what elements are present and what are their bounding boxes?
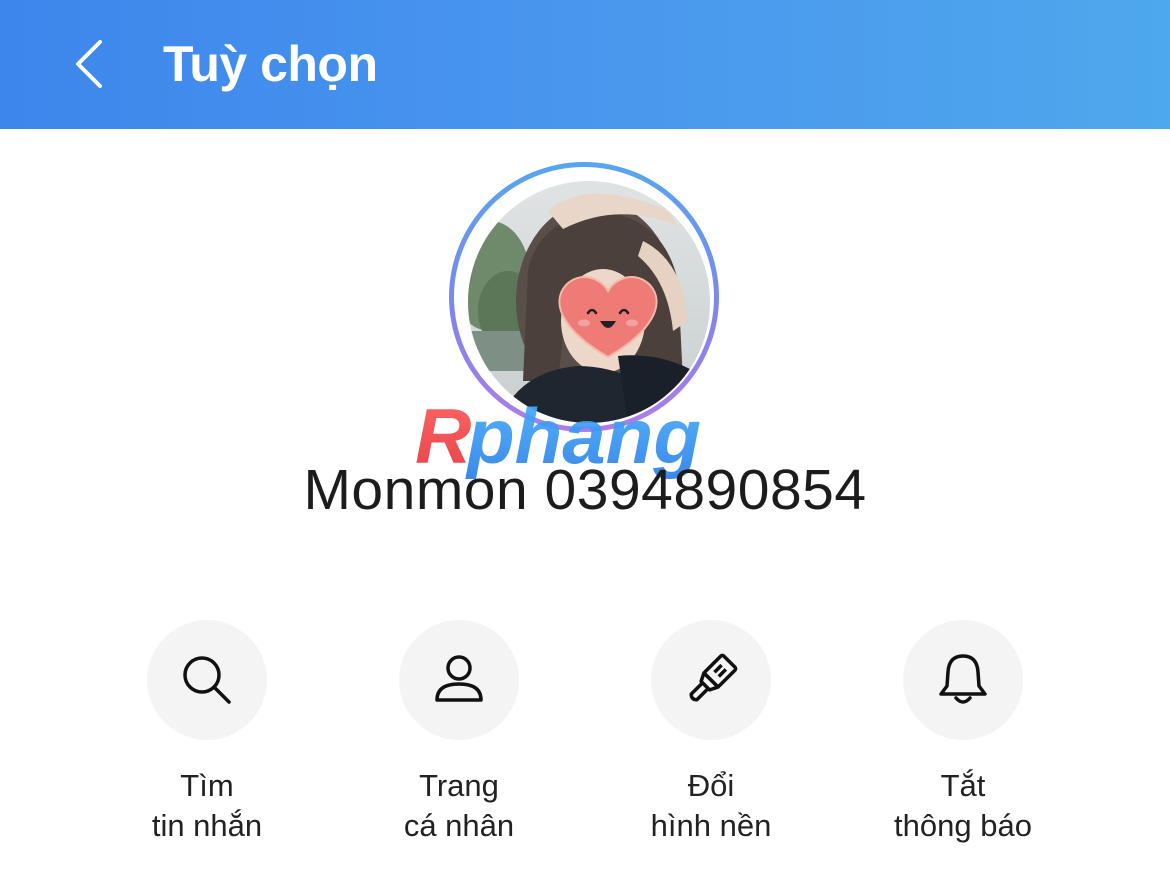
search-icon	[183, 656, 231, 704]
search-messages-label: Tìm tin nhắn	[151, 768, 263, 843]
search-messages-button[interactable]: Tìm tin nhắn	[87, 620, 327, 846]
user-icon	[435, 655, 483, 702]
profile-page-button[interactable]: Trang cá nhân	[339, 620, 579, 846]
change-wallpaper-label: Đổi hình nền	[650, 768, 772, 843]
avatar-ring	[449, 162, 719, 432]
avatar[interactable]	[468, 181, 710, 423]
change-wallpaper-button[interactable]: Đổi hình nền	[591, 620, 831, 846]
avatar-photo	[468, 181, 710, 423]
profile-page-circle[interactable]	[399, 620, 519, 740]
profile-page-label: Trang cá nhân	[403, 768, 515, 843]
back-button[interactable]	[56, 30, 120, 98]
header-bar: Tuỳ chọn	[0, 0, 1170, 129]
profile-name: Monmon 0394890854	[303, 458, 867, 522]
mute-notifications-label: Tắt thông báo	[894, 768, 1032, 843]
paint-brush-icon	[689, 653, 738, 702]
search-messages-circle[interactable]	[147, 620, 267, 740]
bell-icon	[939, 654, 987, 704]
change-wallpaper-circle[interactable]	[651, 620, 771, 740]
mute-notifications-circle[interactable]	[903, 620, 1023, 740]
page-title: Tuỳ chọn	[163, 36, 378, 92]
chevron-left-icon	[76, 40, 102, 88]
mute-notifications-button[interactable]: Tắt thông báo	[843, 620, 1083, 846]
